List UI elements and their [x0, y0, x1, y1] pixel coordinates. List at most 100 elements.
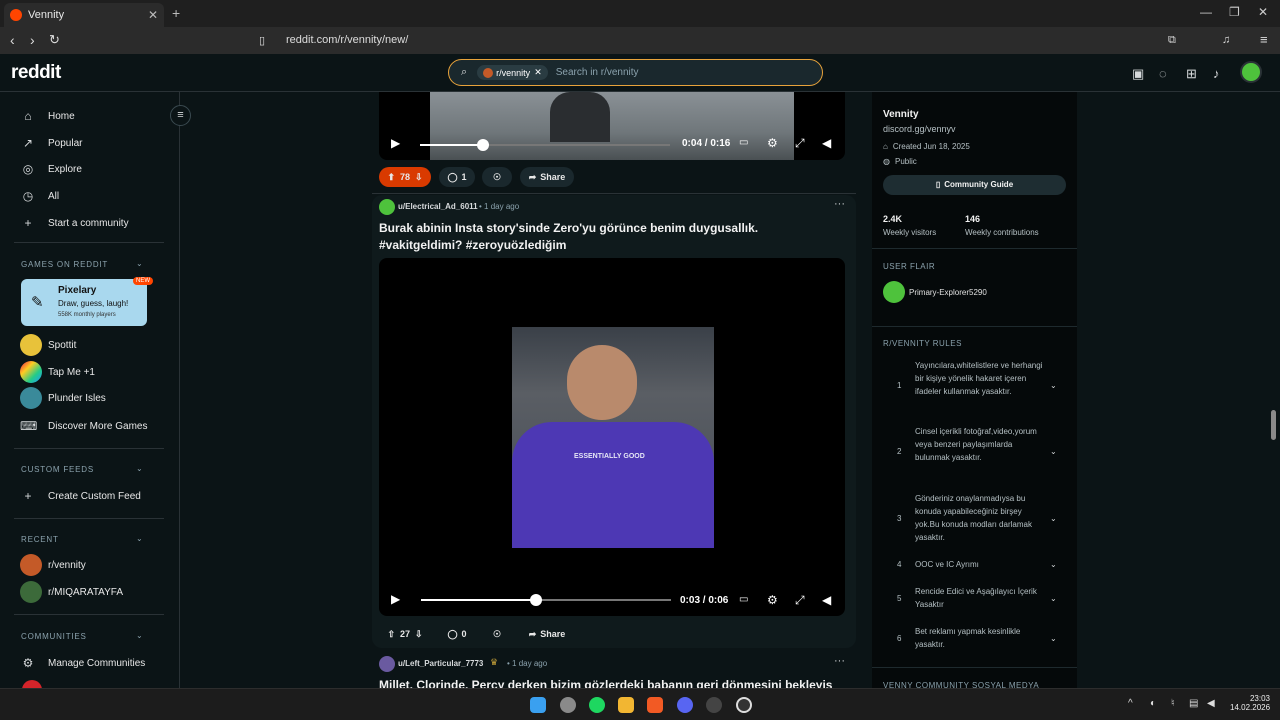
upvote-icon[interactable]: ⇧ — [387, 629, 395, 640]
fullscreen-icon[interactable]: ⤢ — [795, 593, 805, 608]
minimize-icon[interactable]: — — [1200, 5, 1212, 19]
advertise-icon[interactable]: ▣ — [1132, 66, 1144, 82]
back-icon[interactable]: ‹ — [10, 32, 15, 48]
post3-author-avatar[interactable] — [379, 656, 395, 672]
play-icon[interactable]: ▶ — [391, 136, 400, 150]
custom-feeds-header[interactable]: CUSTOM FEEDS ⌄ — [21, 464, 143, 474]
post1-award[interactable]: ☉ — [482, 167, 512, 187]
volume-icon[interactable]: ◀ — [822, 593, 831, 607]
volume-icon[interactable]: ◀ — [822, 136, 831, 150]
new-tab-icon[interactable]: + — [172, 5, 180, 21]
start-icon[interactable] — [530, 697, 546, 713]
captions-icon[interactable]: ▭ — [739, 137, 748, 148]
post1-comments[interactable]: ◯ 1 — [439, 167, 475, 187]
community-link[interactable]: discord.gg/vennyv — [883, 124, 956, 134]
menu-icon[interactable]: ≡ — [1260, 32, 1268, 47]
recent-vennity[interactable]: r/vennity — [20, 554, 86, 576]
nav-popular[interactable]: ↗ Popular — [20, 136, 83, 150]
play-icon[interactable]: ▶ — [391, 592, 400, 606]
music-icon[interactable]: ♫ — [1222, 34, 1230, 46]
more-options-icon[interactable]: ··· — [834, 655, 845, 667]
nav-explore[interactable]: ◎ Explore — [20, 162, 82, 176]
post2-comments[interactable]: ◯ 0 — [439, 624, 475, 644]
app-icon[interactable] — [706, 697, 722, 713]
clock[interactable]: 23:03 14.02.2026 — [1230, 694, 1270, 712]
pixelary-card[interactable]: ✎ Pixelary Draw, guess, laugh! 558K mont… — [21, 279, 147, 326]
reload-icon[interactable]: ↻ — [49, 32, 60, 48]
downvote-icon[interactable]: ⇩ — [415, 172, 423, 183]
community-avatar[interactable] — [22, 680, 42, 688]
post1-seek-track[interactable] — [420, 139, 670, 151]
post2-share[interactable]: ➦ Share — [520, 624, 574, 644]
recent-miqaratayfa[interactable]: r/MIQARATAYFA — [20, 581, 123, 603]
recent-header[interactable]: RECENT ⌄ — [21, 534, 143, 544]
address-bar[interactable]: reddit.com/r/vennity/new/ — [276, 31, 1006, 50]
close-tab-icon[interactable]: ✕ — [148, 8, 158, 22]
post2-seek-track[interactable] — [421, 594, 671, 606]
post1-share[interactable]: ➦ Share — [520, 167, 574, 187]
flair-title: USER FLAIR — [883, 262, 936, 271]
speaker-icon[interactable]: ◀ — [1207, 698, 1215, 709]
rule-1-num: 1 — [897, 381, 902, 390]
settings-icon[interactable]: ⚙ — [767, 593, 778, 607]
create-custom-feed[interactable]: + Create Custom Feed — [20, 489, 140, 503]
reddit-logo[interactable]: reddit — [11, 62, 61, 84]
post2-author-avatar[interactable] — [379, 199, 395, 215]
close-window-icon[interactable]: ✕ — [1258, 5, 1268, 19]
chat-icon[interactable]: ◌ — [1159, 66, 1167, 81]
extensions-icon[interactable]: ⧉ — [1168, 34, 1176, 47]
seek-handle[interactable] — [530, 594, 542, 606]
notifications-icon[interactable]: ♪ — [1213, 66, 1220, 81]
communities-header[interactable]: COMMUNITIES ⌄ — [21, 631, 143, 641]
downvote-icon[interactable]: ⇩ — [415, 629, 423, 640]
discover-games[interactable]: ⌨ Discover More Games — [20, 419, 147, 433]
post3-title[interactable]: Millet, Clorinde, Percy derken bizim göz… — [379, 678, 839, 688]
post2-title[interactable]: Burak abinin Insta story'sinde Zero'yu g… — [379, 220, 839, 254]
brave-icon[interactable] — [647, 697, 663, 713]
forward-icon[interactable]: › — [30, 32, 35, 48]
game-spottit[interactable]: Spottit — [20, 334, 76, 356]
spotify-icon[interactable] — [589, 697, 605, 713]
post2-vote[interactable]: ⇧ 27 ⇩ — [379, 624, 431, 644]
post2-award[interactable]: ☉ — [482, 624, 512, 644]
collapse-sidebar-button[interactable]: ≡ — [170, 105, 191, 126]
more-options-icon[interactable]: ··· — [834, 198, 845, 210]
create-post-icon[interactable]: ⊞ — [1186, 66, 1197, 82]
search-taskbar-icon[interactable] — [560, 697, 576, 713]
post1-video[interactable]: ▶ 0:04 / 0:16 ▭ ⚙ ⤢ ◀ — [379, 92, 845, 160]
settings-icon[interactable]: ⚙ — [767, 136, 778, 150]
person-head — [567, 345, 637, 420]
tray-discord-icon[interactable]: ◐ — [1150, 698, 1156, 709]
maximize-icon[interactable]: ❐ — [1229, 5, 1240, 19]
captions-icon[interactable]: ▭ — [739, 594, 748, 605]
network-icon[interactable]: ▤ — [1189, 698, 1198, 709]
nav-all[interactable]: ◷ All — [20, 189, 59, 203]
page-scrollbar[interactable] — [1271, 410, 1276, 440]
browser-tab[interactable]: Vennity ✕ — [4, 3, 164, 27]
obs-icon[interactable] — [736, 697, 752, 713]
community-guide-button[interactable]: ▯ Community Guide — [883, 175, 1066, 195]
microphone-icon[interactable]: ♮ — [1171, 698, 1175, 709]
post1-vote[interactable]: ⬆ 78 ⇩ — [379, 167, 431, 187]
search-bar[interactable]: ⌕ r/vennity ✕ Search in r/vennity — [448, 59, 823, 86]
post2-author[interactable]: u/Electrical_Ad_6011 — [398, 202, 478, 211]
user-avatar[interactable] — [1240, 61, 1262, 83]
fullscreen-icon[interactable]: ⤢ — [795, 136, 805, 151]
upvote-icon[interactable]: ⬆ — [387, 172, 395, 183]
games-section-header[interactable]: GAMES ON REDDIT ⌄ — [21, 259, 143, 269]
nav-home[interactable]: ⌂ Home — [20, 109, 74, 123]
game-tapme[interactable]: Tap Me +1 — [20, 361, 95, 383]
flair-username[interactable]: Primary-Explorer5290 — [909, 288, 987, 297]
nav-start-community[interactable]: + Start a community — [20, 216, 128, 230]
bookmark-icon[interactable]: ▯ — [259, 34, 265, 47]
game-plunder[interactable]: Plunder Isles — [20, 387, 106, 409]
chip-remove-icon[interactable]: ✕ — [534, 67, 542, 78]
file-explorer-icon[interactable] — [618, 697, 634, 713]
seek-handle[interactable] — [476, 139, 489, 151]
tray-chevron-icon[interactable]: ^ — [1128, 698, 1133, 709]
post2-video[interactable]: ESSENTIALLY GOOD ▶ 0:03 / 0:06 ▭ ⚙ ⤢ ◀ — [379, 258, 845, 616]
subreddit-chip[interactable]: r/vennity ✕ — [477, 65, 548, 80]
manage-communities[interactable]: ⚙ Manage Communities — [20, 656, 146, 670]
discord-icon[interactable] — [677, 697, 693, 713]
post3-author[interactable]: u/Left_Particular_7773 — [398, 659, 483, 668]
